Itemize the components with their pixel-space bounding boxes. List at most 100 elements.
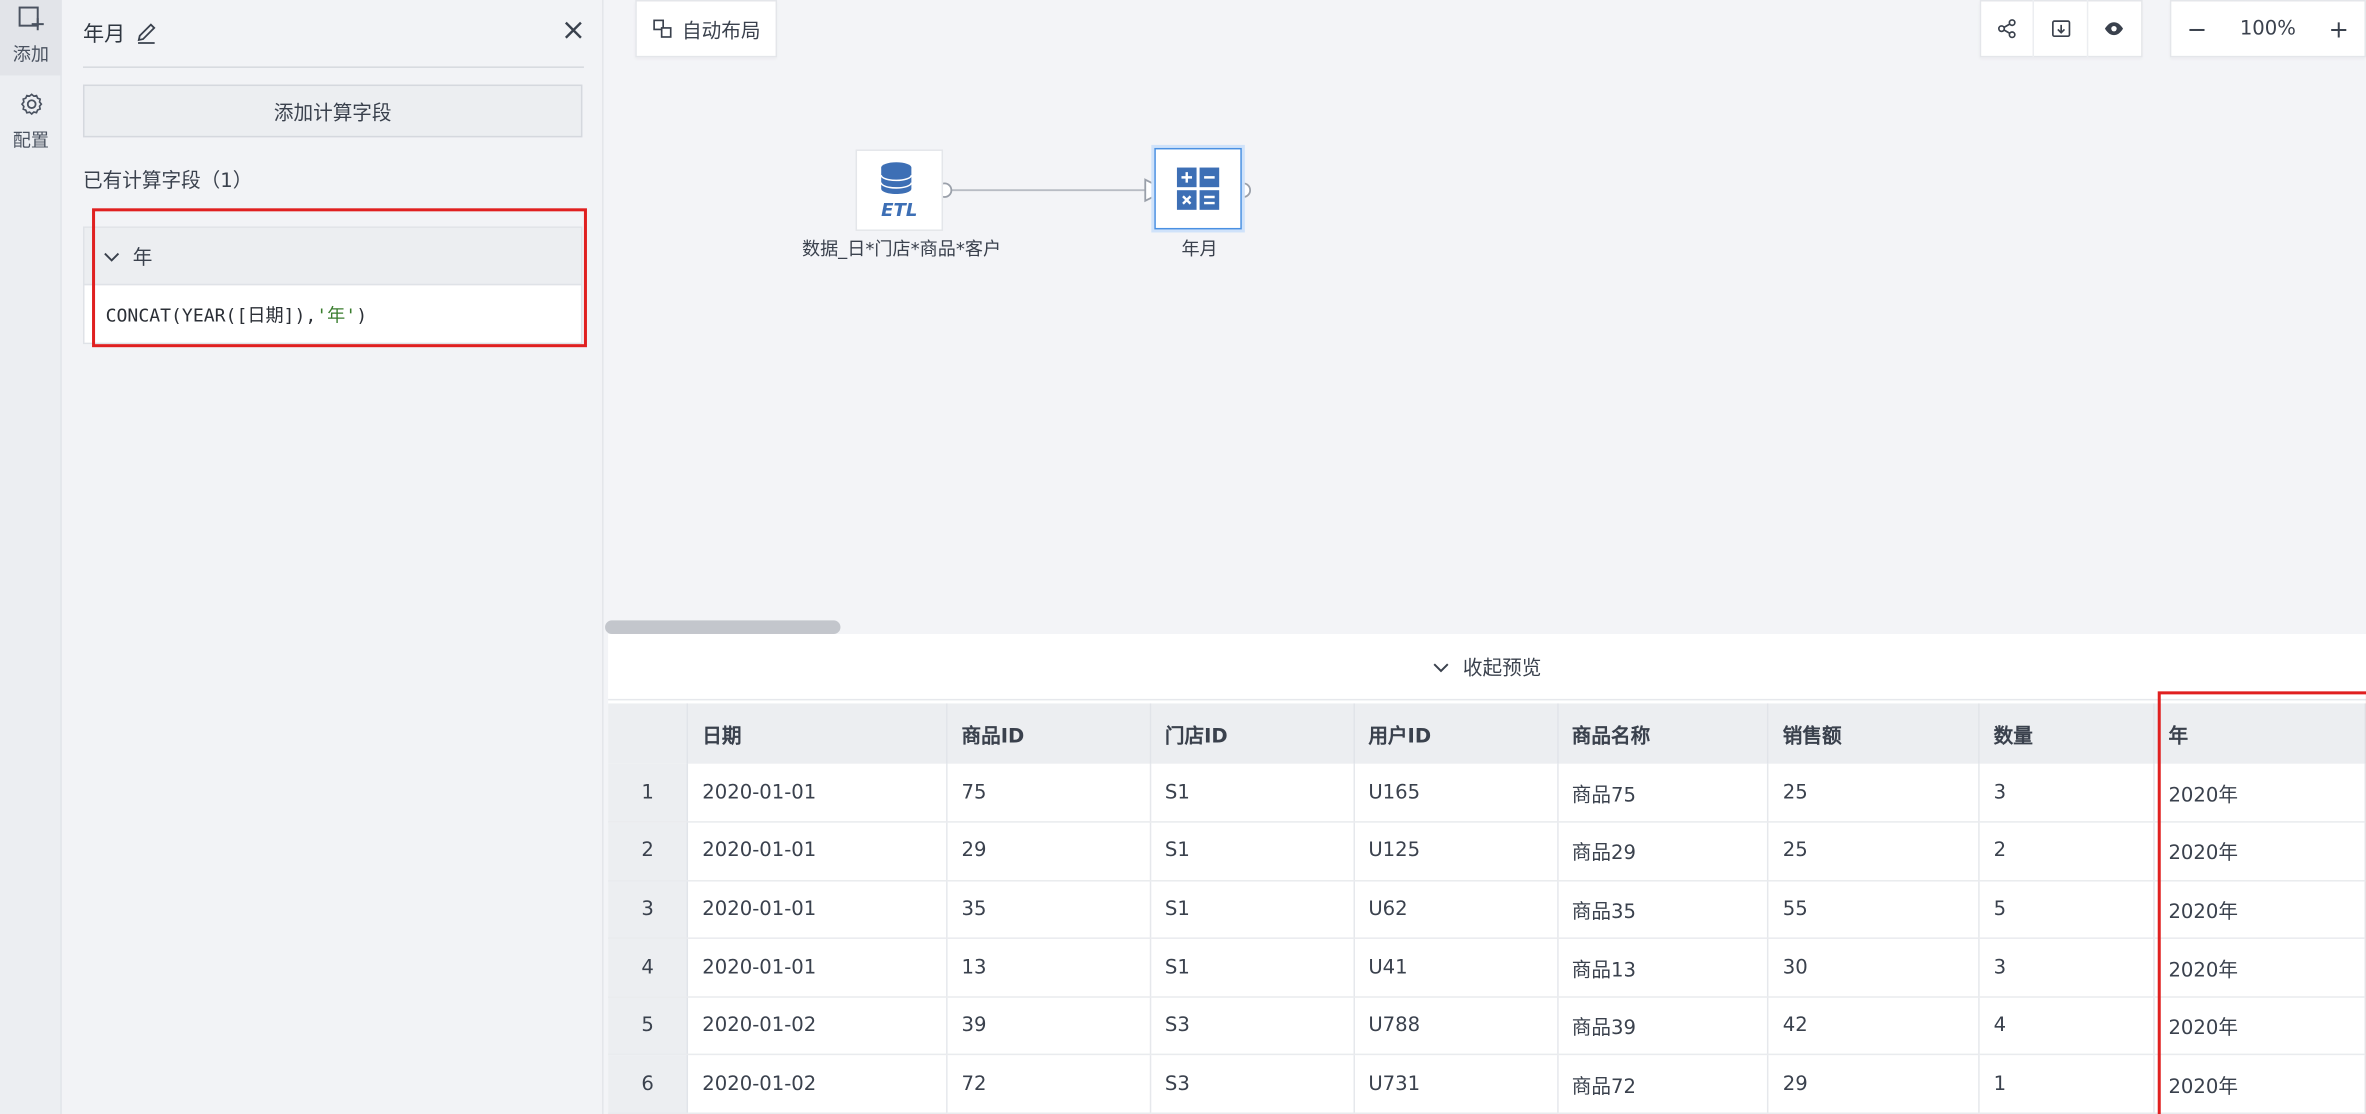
table-header-row: 日期 商品ID 门店ID 用户ID 商品名称 销售额 数量 年 [608, 703, 2366, 764]
table-cell: 72 [947, 1055, 1152, 1114]
table-cell: S1 [1150, 880, 1355, 940]
table-cell: 35 [947, 880, 1152, 940]
auto-layout-icon [652, 18, 673, 39]
formula-string: '年' [316, 304, 357, 327]
calc-field-card: 年 CONCAT(YEAR([日期]), '年') [82, 226, 583, 345]
rail-add-button[interactable]: 添加 [0, 0, 62, 76]
zoom-in-button[interactable]: + [2313, 0, 2364, 57]
table-cell: U731 [1353, 1055, 1559, 1114]
horizontal-scrollbar[interactable] [605, 620, 841, 634]
table-cell: 75 [947, 763, 1152, 823]
export-icon[interactable] [2035, 0, 2088, 58]
panel-divider [82, 66, 584, 68]
app-root: 添加 配置 年月 添加计算字段 已有计算字段（1） 年 CONCAT(YEAR(… [0, 0, 2366, 1114]
table-cell: 30 [1768, 938, 1981, 998]
rail-add-label: 添加 [12, 43, 50, 65]
table-cell: 42 [1768, 996, 1981, 1056]
rail-config-label: 配置 [12, 129, 50, 151]
calc-node-label: 年月 [1181, 238, 1218, 260]
auto-layout-button[interactable]: 自动布局 [635, 0, 778, 58]
etl-source-node[interactable]: ETL [855, 149, 944, 231]
close-icon[interactable] [560, 17, 587, 44]
calc-field-name: 年 [132, 247, 153, 271]
table-cell: 29 [947, 822, 1152, 882]
table-cell: U41 [1353, 938, 1559, 998]
existing-fields-label: 已有计算字段（1） [82, 170, 253, 194]
row-index-header [608, 703, 689, 764]
row-index: 4 [608, 938, 689, 998]
calculator-icon [1176, 167, 1220, 210]
flow-canvas[interactable]: 自动布局 − 100% + ETL 数据_日*门店*商品*客户 年月 [605, 0, 2366, 634]
table-cell: 商品75 [1557, 763, 1770, 823]
column-header[interactable]: 商品名称 [1557, 703, 1770, 764]
zoom-out-button[interactable]: − [2171, 0, 2222, 57]
database-etl-icon: ETL [880, 162, 917, 221]
table-cell: 25 [1768, 763, 1981, 823]
row-index: 2 [608, 822, 689, 882]
collapse-preview-button[interactable]: 收起预览 [608, 634, 2366, 701]
canvas-tool-group [1979, 0, 2143, 58]
calc-field-panel: 年月 添加计算字段 已有计算字段（1） 年 CONCAT(YEAR([日期]),… [61, 0, 604, 1114]
table-cell: 2020年 [2154, 822, 2366, 882]
table-cell: 2020-01-02 [687, 996, 948, 1056]
left-rail: 添加 配置 [0, 0, 62, 1114]
chevron-down-icon [1433, 659, 1451, 674]
formula-prefix: CONCAT(YEAR([日期]), [105, 304, 317, 327]
table-cell: S1 [1150, 938, 1355, 998]
table-cell: 2020年 [2154, 938, 2366, 998]
table-cell: 1 [1979, 1055, 2155, 1114]
table-row: 4 2020-01-01 13 S1 U41 商品13 30 3 2020年 [608, 938, 2366, 998]
table-cell: 2020年 [2154, 996, 2366, 1056]
table-cell: U125 [1353, 822, 1559, 882]
table-cell: 5 [1979, 880, 2155, 940]
table-row: 6 2020-01-02 72 S3 U731 商品72 29 1 2020年 [608, 1055, 2366, 1114]
table-row: 3 2020-01-01 35 S1 U62 商品35 55 5 2020年 [608, 880, 2366, 940]
column-header[interactable]: 用户ID [1353, 703, 1559, 764]
share-icon[interactable] [1981, 0, 2035, 58]
zoom-control: − 100% + [2169, 0, 2366, 58]
zoom-level: 100% [2239, 17, 2296, 41]
table-cell: S3 [1150, 996, 1355, 1056]
table-cell: 商品35 [1557, 880, 1770, 940]
table-cell: 2020-01-01 [687, 822, 948, 882]
table-cell: 3 [1979, 763, 2155, 823]
preview-table: 日期 商品ID 门店ID 用户ID 商品名称 销售额 数量 年 1 2020-0… [608, 703, 2366, 1114]
table-cell: 2020年 [2154, 1055, 2366, 1114]
column-header[interactable]: 商品ID [947, 703, 1152, 764]
table-cell: 商品72 [1557, 1055, 1770, 1114]
table-cell: 39 [947, 996, 1152, 1056]
add-node-icon [16, 5, 46, 37]
panel-title: 年月 [83, 18, 158, 48]
column-header[interactable]: 销售额 [1768, 703, 1981, 764]
table-cell: U165 [1353, 763, 1559, 823]
calc-node[interactable] [1154, 147, 1242, 230]
table-cell: 3 [1979, 938, 2155, 998]
column-header[interactable]: 年 [2154, 703, 2366, 764]
table-cell: 2020-01-02 [687, 1055, 948, 1114]
rail-config-button[interactable]: 配置 [0, 91, 62, 169]
table-cell: 4 [1979, 996, 2155, 1056]
row-index: 3 [608, 880, 689, 940]
etl-icon-text: ETL [881, 200, 917, 221]
add-calc-field-button[interactable]: 添加计算字段 [82, 84, 583, 138]
table-cell: 55 [1768, 880, 1981, 940]
table-cell: 29 [1768, 1055, 1981, 1114]
etl-node-label: 数据_日*门店*商品*客户 [801, 238, 1002, 260]
column-header[interactable]: 数量 [1979, 703, 2155, 764]
table-cell: 2020-01-01 [687, 763, 948, 823]
column-header[interactable]: 门店ID [1150, 703, 1355, 764]
calc-field-formula[interactable]: CONCAT(YEAR([日期]), '年') [84, 285, 580, 344]
auto-layout-label: 自动布局 [682, 20, 761, 44]
chevron-down-icon [103, 248, 121, 263]
table-row: 2 2020-01-01 29 S1 U125 商品29 25 2 2020年 [608, 822, 2366, 882]
table-row: 1 2020-01-01 75 S1 U165 商品75 25 3 2020年 [608, 763, 2366, 823]
table-cell: 商品29 [1557, 822, 1770, 882]
table-cell: 2020年 [2154, 880, 2366, 940]
table-cell: U788 [1353, 996, 1559, 1056]
table-cell: S1 [1150, 822, 1355, 882]
pencil-icon[interactable] [134, 21, 158, 45]
eye-icon[interactable] [2088, 0, 2141, 57]
calc-field-header[interactable]: 年 [84, 227, 581, 286]
column-header[interactable]: 日期 [687, 703, 948, 764]
table-cell: 2020-01-01 [687, 938, 948, 998]
